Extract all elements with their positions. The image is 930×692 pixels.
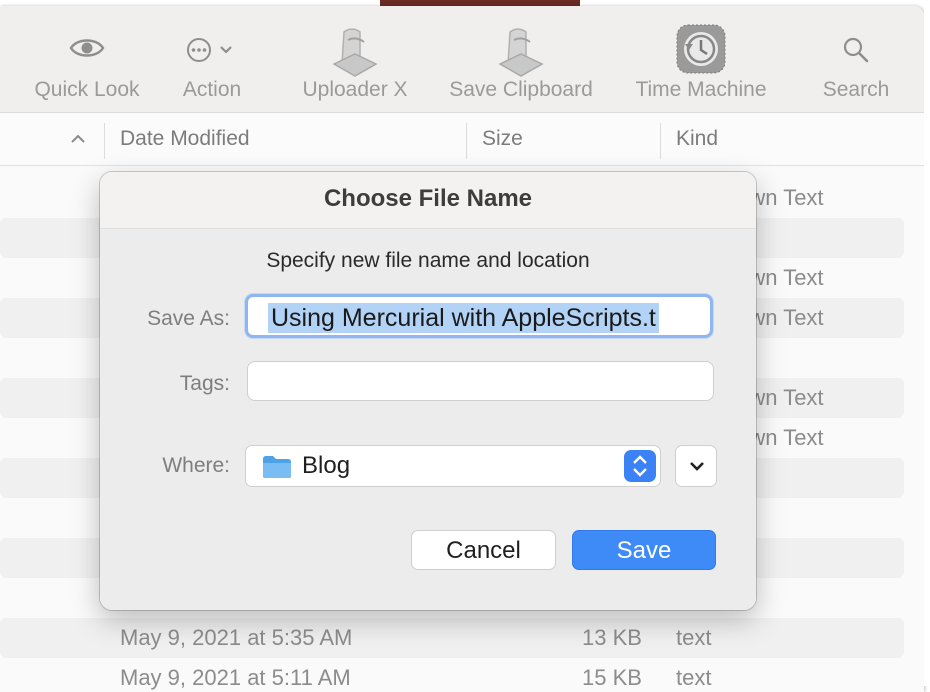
script-icon [332, 28, 378, 77]
script-icon [498, 28, 544, 77]
row-date: May 9, 2021 at 5:35 AM [120, 625, 353, 650]
dialog-body: Specify new file name and location Save … [100, 229, 756, 610]
row-size: 15 KB [582, 665, 642, 690]
where-value: Blog [302, 452, 351, 479]
row-kind: text [676, 665, 712, 690]
where-popup[interactable]: Blog [245, 445, 661, 487]
uploader-x-label: Uploader X [302, 78, 408, 101]
time-machine-button[interactable]: Time Machine [624, 6, 778, 112]
toolbar: Quick Look Action Uploader X Save Clipbo… [0, 6, 924, 113]
column-separator[interactable] [104, 123, 105, 159]
column-kind[interactable]: Kind [676, 113, 718, 165]
action-button[interactable]: Action [168, 6, 256, 112]
time-machine-label: Time Machine [635, 78, 767, 101]
save-as-field[interactable]: Using Mercurial with AppleScripts.t [245, 294, 713, 338]
save-as-label: Save As: [147, 307, 230, 330]
save-clipboard-label: Save Clipboard [449, 78, 593, 101]
time-machine-icon [676, 24, 726, 74]
column-size[interactable]: Size [482, 113, 523, 165]
save-button[interactable]: Save [572, 530, 716, 570]
action-label: Action [182, 78, 242, 101]
uploader-x-button[interactable]: Uploader X [288, 6, 422, 112]
eye-icon [69, 39, 105, 57]
choose-file-name-dialog: Choose File Name Specify new file name a… [100, 172, 756, 610]
folder-icon [263, 456, 291, 478]
row-date: May 9, 2021 at 5:11 AM [120, 665, 351, 690]
expand-browser-button[interactable] [675, 445, 717, 487]
row-size: 13 KB [582, 625, 642, 650]
where-label: Where: [162, 454, 230, 477]
save-clipboard-button[interactable]: Save Clipboard [440, 6, 602, 112]
table-row[interactable]: May 9, 2021 at 5:35 AM 13 KB text [0, 618, 904, 658]
dialog-title: Choose File Name [100, 172, 756, 229]
quick-look-button[interactable]: Quick Look [20, 6, 154, 112]
save-as-selected-text: Using Mercurial with AppleScripts.t [268, 303, 659, 333]
sort-ascending-chevron-icon[interactable] [70, 134, 86, 144]
tags-label: Tags: [179, 372, 230, 395]
adjacent-window-edge [924, 0, 930, 686]
row-kind: text [676, 625, 712, 650]
dialog-subtitle: Specify new file name and location [266, 249, 590, 272]
table-row[interactable]: May 9, 2021 at 5:11 AM 15 KB text [0, 658, 904, 692]
column-separator[interactable] [466, 123, 467, 159]
search-button[interactable]: Search [806, 6, 906, 112]
search-label: Search [822, 78, 890, 101]
up-down-chevron-icon [633, 455, 647, 477]
cancel-button[interactable]: Cancel [411, 530, 556, 570]
ellipsis-circle-icon [187, 38, 232, 62]
column-date-modified[interactable]: Date Modified [120, 113, 250, 165]
magnifier-icon [843, 37, 869, 63]
tags-field[interactable] [247, 361, 714, 401]
chevron-down-icon [690, 462, 704, 471]
column-header: Date Modified Size Kind [0, 113, 924, 166]
popup-stepper[interactable] [624, 450, 656, 482]
column-separator[interactable] [660, 123, 661, 159]
quick-look-label: Quick Look [34, 78, 140, 101]
